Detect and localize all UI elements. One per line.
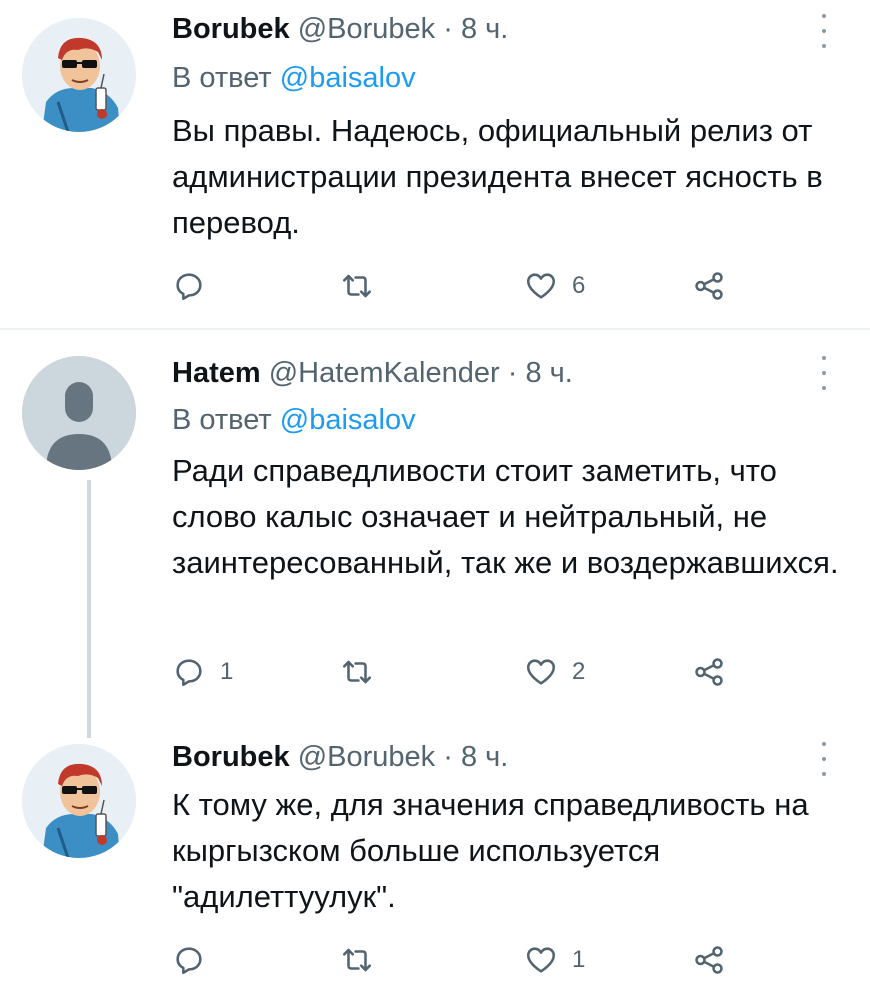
author-name[interactable]: Borubek bbox=[172, 13, 290, 45]
author-handle[interactable]: @Borubek bbox=[298, 741, 435, 773]
like-button[interactable]: 1 bbox=[524, 940, 585, 980]
heart-icon bbox=[526, 947, 556, 973]
avatar-borubek[interactable] bbox=[22, 744, 136, 858]
author-name[interactable]: Hatem bbox=[172, 357, 261, 389]
like-count: 2 bbox=[572, 658, 586, 685]
reply-icon bbox=[176, 659, 202, 687]
share-icon bbox=[695, 946, 723, 974]
reply-count: 1 bbox=[220, 658, 234, 685]
retweet-button[interactable] bbox=[340, 266, 388, 306]
tweet-actions: 6 bbox=[172, 266, 732, 306]
reply-button[interactable] bbox=[172, 940, 220, 980]
retweet-icon bbox=[342, 274, 372, 298]
author-handle[interactable]: @HatemKalender bbox=[269, 357, 500, 389]
author-handle[interactable]: @Borubek bbox=[298, 13, 435, 45]
more-vertical-icon[interactable] bbox=[818, 742, 830, 776]
retweet-button[interactable] bbox=[340, 652, 388, 692]
like-button[interactable]: 6 bbox=[524, 266, 585, 306]
reply-to-mention[interactable]: @baisalov bbox=[280, 404, 416, 436]
tweet-2[interactable]: Hatem @HatemKalender · 8 ч. В ответ @bai… bbox=[0, 330, 870, 730]
reply-to-line: В ответ @baisalov bbox=[172, 61, 416, 95]
reply-to-line: В ответ @baisalov bbox=[172, 403, 416, 437]
avatar-hatem[interactable] bbox=[22, 356, 136, 470]
share-icon bbox=[695, 272, 723, 300]
retweet-icon bbox=[342, 948, 372, 972]
share-button[interactable] bbox=[692, 940, 726, 980]
separator-dot: · bbox=[507, 357, 518, 389]
like-count: 6 bbox=[572, 272, 586, 299]
retweet-button[interactable] bbox=[340, 940, 388, 980]
retweet-icon bbox=[342, 660, 372, 684]
author-name[interactable]: Borubek bbox=[172, 741, 290, 773]
more-vertical-icon[interactable] bbox=[818, 356, 830, 390]
heart-icon bbox=[526, 273, 556, 299]
tweet-3[interactable]: Borubek @Borubek · 8 ч. К тому же, для з… bbox=[0, 730, 870, 1000]
like-button[interactable]: 2 bbox=[524, 652, 585, 692]
avatar-illustration-icon bbox=[22, 744, 136, 858]
reply-prefix: В ответ bbox=[172, 404, 272, 436]
reply-prefix: В ответ bbox=[172, 62, 272, 94]
default-avatar-icon bbox=[22, 356, 136, 470]
share-icon bbox=[695, 658, 723, 686]
avatar-illustration-icon bbox=[22, 18, 136, 132]
separator-dot: · bbox=[443, 741, 453, 773]
avatar-borubek[interactable] bbox=[22, 18, 136, 132]
tweet-actions: 1 2 bbox=[172, 652, 732, 692]
separator-dot: · bbox=[443, 13, 453, 45]
tweet-text: Ради справедливости стоит заметить, что … bbox=[172, 453, 839, 580]
reply-icon bbox=[176, 273, 202, 301]
reply-button[interactable]: 1 bbox=[172, 652, 233, 692]
timestamp[interactable]: 8 ч. bbox=[461, 741, 508, 773]
reply-to-mention[interactable]: @baisalov bbox=[280, 62, 416, 94]
share-button[interactable] bbox=[692, 266, 726, 306]
tweet-actions: 1 bbox=[172, 940, 732, 980]
share-button[interactable] bbox=[692, 652, 726, 692]
tweet-header: Hatem @HatemKalender · 8 ч. bbox=[172, 356, 573, 390]
tweet-text: К тому же, для значения справедливость н… bbox=[172, 787, 809, 914]
reply-icon bbox=[176, 947, 202, 975]
tweet-header: Borubek @Borubek · 8 ч. bbox=[172, 12, 508, 46]
tweet-header: Borubek @Borubek · 8 ч. bbox=[172, 740, 508, 774]
reply-button[interactable] bbox=[172, 266, 220, 306]
heart-icon bbox=[526, 659, 556, 685]
tweet-text: Вы правы. Надеюсь, официальный релиз от … bbox=[172, 113, 823, 240]
timestamp[interactable]: 8 ч. bbox=[461, 13, 508, 45]
more-vertical-icon[interactable] bbox=[818, 14, 830, 48]
timestamp[interactable]: 8 ч. bbox=[525, 357, 572, 389]
tweet-1[interactable]: Borubek @Borubek · 8 ч. В ответ @baisalo… bbox=[0, 0, 870, 330]
like-count: 1 bbox=[572, 946, 586, 973]
